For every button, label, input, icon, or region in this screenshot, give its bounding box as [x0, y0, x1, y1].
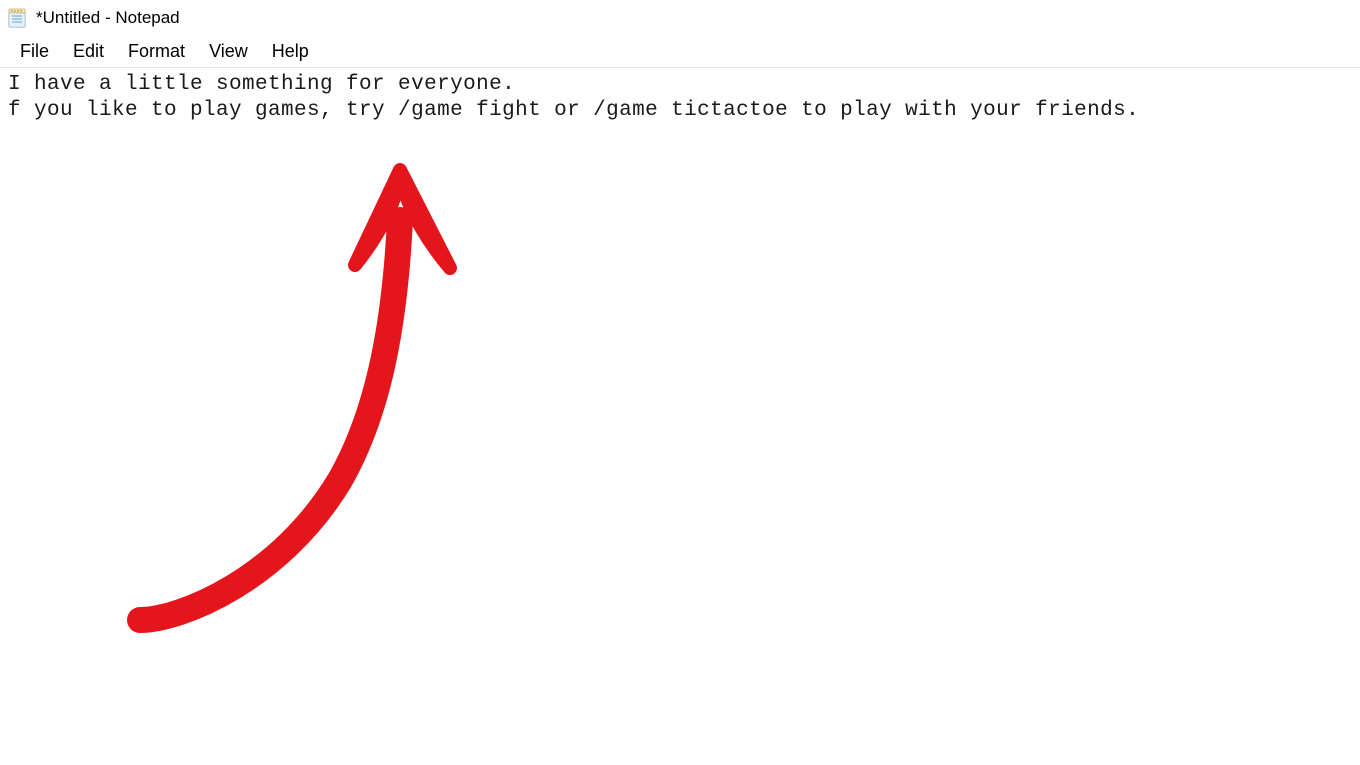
menu-bar: File Edit Format View Help — [0, 36, 1360, 68]
window-title-bar: *Untitled - Notepad — [0, 0, 1360, 36]
annotation-arrow-icon — [120, 150, 480, 655]
menu-help[interactable]: Help — [260, 37, 321, 66]
menu-edit[interactable]: Edit — [61, 37, 116, 66]
menu-file[interactable]: File — [8, 37, 61, 66]
editor-line-2: f you like to play games, try /game figh… — [8, 99, 1139, 122]
menu-format[interactable]: Format — [116, 37, 197, 66]
editor-line-1: I have a little something for everyone. — [8, 73, 515, 96]
editor-area[interactable]: I have a little something for everyone. … — [0, 68, 1360, 131]
menu-view[interactable]: View — [197, 37, 260, 66]
window-title: *Untitled - Notepad — [36, 8, 180, 28]
notepad-app-icon — [6, 7, 28, 29]
